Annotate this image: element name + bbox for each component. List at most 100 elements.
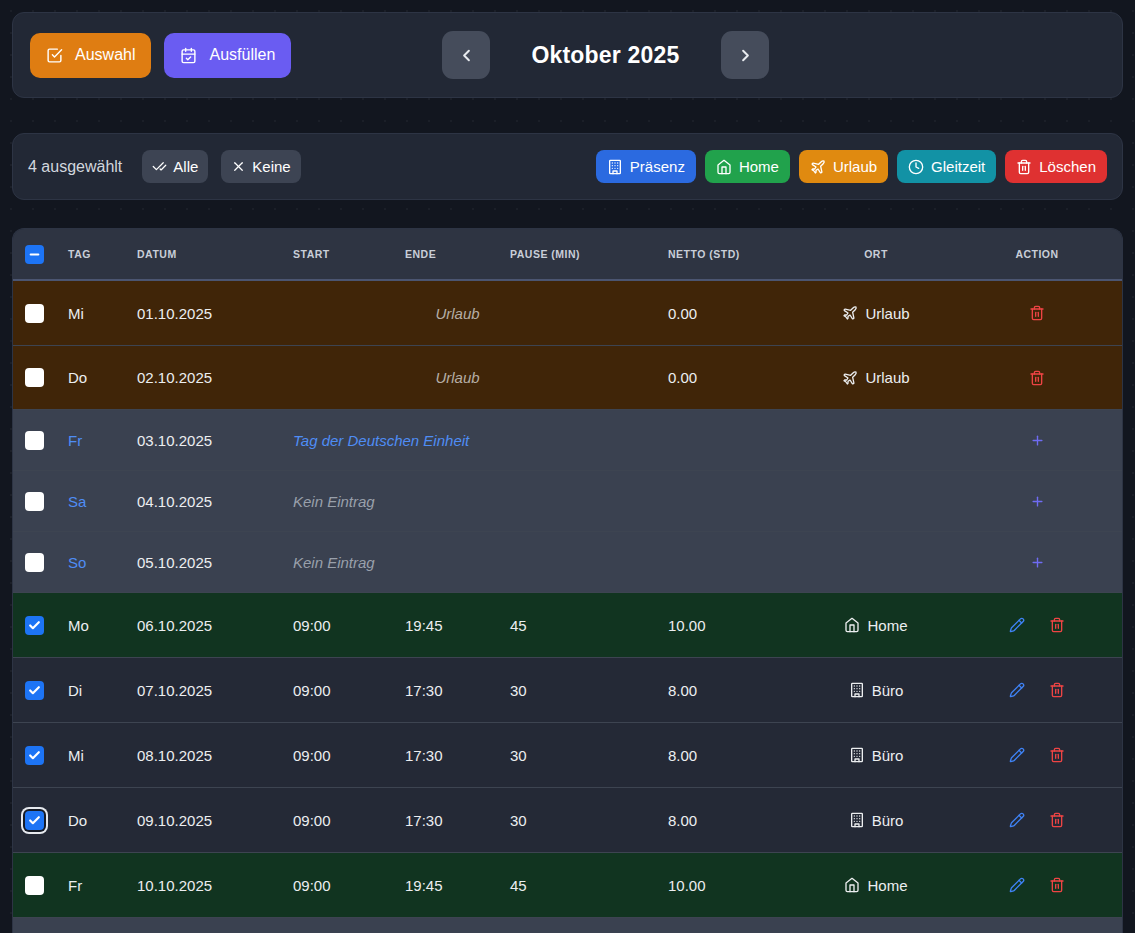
action-cell (952, 305, 1122, 321)
selected-count: 4 ausgewählt (28, 158, 122, 176)
select-all-button[interactable]: Alle (142, 150, 208, 183)
select-all-checkbox[interactable] (25, 245, 68, 264)
auswahl-button[interactable]: Auswahl (30, 33, 151, 78)
ort-label: Büro (872, 682, 904, 699)
pause-minutes: 30 (510, 747, 668, 764)
row-checkbox[interactable] (25, 616, 68, 635)
table-row: So05.10.2025Kein Eintrag (13, 531, 1122, 592)
col-header-datum: Datum (137, 248, 293, 260)
row-checkbox[interactable] (25, 304, 68, 323)
table-row: Fr03.10.2025Tag der Deutschen Einheit (13, 409, 1122, 470)
date-label: 10.10.2025 (137, 877, 293, 894)
row-checkbox[interactable] (25, 876, 68, 895)
check-icon (28, 619, 41, 632)
delete-entry-button[interactable] (1049, 877, 1065, 893)
col-header-ende: Ende (405, 248, 510, 260)
start-time: 09:00 (293, 747, 405, 764)
date-label: 06.10.2025 (137, 617, 293, 634)
plus-icon (1030, 433, 1045, 448)
delete-entry-button[interactable] (1049, 812, 1065, 828)
edit-entry-button[interactable] (1009, 617, 1025, 633)
end-time: 17:30 (405, 682, 510, 699)
select-none-label: Keine (252, 158, 290, 175)
calendar-check-icon (180, 47, 197, 64)
praesenz-bulk-button[interactable]: Präsenz (596, 150, 696, 183)
delete-entry-button[interactable] (1049, 682, 1065, 698)
plane-icon (842, 370, 858, 386)
urlaub-bulk-label: Urlaub (833, 158, 877, 175)
delete-entry-button[interactable] (1049, 747, 1065, 763)
netto-hours: 8.00 (668, 747, 800, 764)
next-month-button[interactable] (721, 31, 769, 79)
ort-cell: Urlaub (800, 369, 952, 386)
row-checkbox[interactable] (25, 431, 68, 450)
delete-entry-button[interactable] (1029, 370, 1045, 386)
col-header-netto: Netto (Std) (668, 248, 800, 260)
day-label: Di (68, 682, 137, 699)
action-cell (952, 877, 1122, 893)
trash-icon (1049, 877, 1065, 893)
delete-entry-button[interactable] (1049, 617, 1065, 633)
table-row: Mi01.10.2025Urlaub0.00Urlaub (13, 281, 1122, 345)
add-entry-button[interactable] (1030, 555, 1045, 570)
pause-minutes: 45 (510, 617, 668, 634)
end-time: 19:45 (405, 877, 510, 894)
trash-icon (1049, 617, 1065, 633)
loeschen-bulk-button[interactable]: Löschen (1005, 150, 1107, 183)
home-bulk-label: Home (739, 158, 779, 175)
netto-hours: 10.00 (668, 877, 800, 894)
selection-bar: 4 ausgewählt Alle Keine Präsenz Home Urlau… (12, 133, 1123, 200)
home-bulk-button[interactable]: Home (705, 150, 790, 183)
ort-label: Home (867, 877, 907, 894)
home-icon (716, 159, 732, 175)
trash-icon (1029, 370, 1045, 386)
gleitzeit-bulk-button[interactable]: Gleitzeit (897, 150, 996, 183)
ort-cell: Urlaub (800, 305, 952, 322)
table-row: Fr10.10.202509:0019:454510.00Home (13, 852, 1122, 917)
col-header-ort: Ort (800, 248, 952, 260)
col-header-tag: Tag (68, 248, 137, 260)
end-time: 17:30 (405, 747, 510, 764)
add-entry-button[interactable] (1030, 433, 1045, 448)
edit-entry-button[interactable] (1009, 682, 1025, 698)
minus-icon (28, 248, 41, 261)
row-checkbox[interactable] (25, 492, 68, 511)
ort-label: Büro (872, 747, 904, 764)
add-entry-button[interactable] (1030, 494, 1045, 509)
entry-note: Kein Eintrag (293, 493, 800, 510)
start-time: 09:00 (293, 877, 405, 894)
ausfuellen-label: Ausfüllen (209, 46, 275, 64)
ausfuellen-button[interactable]: Ausfüllen (164, 33, 291, 78)
urlaub-bulk-button[interactable]: Urlaub (799, 150, 888, 183)
pause-minutes: 30 (510, 682, 668, 699)
date-label: 08.10.2025 (137, 747, 293, 764)
ort-cell: Büro (800, 812, 952, 829)
row-checkbox[interactable] (25, 368, 68, 387)
prev-month-button[interactable] (442, 31, 490, 79)
day-label: So (68, 554, 137, 571)
row-checkbox[interactable] (25, 811, 68, 830)
netto-hours: 8.00 (668, 682, 800, 699)
ort-cell: Büro (800, 682, 952, 699)
entry-note: Urlaub (293, 369, 668, 386)
pencil-icon (1009, 747, 1025, 763)
plane-icon (810, 159, 826, 175)
day-label: Fr (68, 877, 137, 894)
month-title: Oktober 2025 (490, 42, 721, 69)
chevron-left-icon (457, 46, 476, 65)
trash-icon (1049, 812, 1065, 828)
edit-entry-button[interactable] (1009, 812, 1025, 828)
row-checkbox[interactable] (25, 681, 68, 700)
edit-entry-button[interactable] (1009, 747, 1025, 763)
select-none-button[interactable]: Keine (221, 150, 300, 183)
table-header: Tag Datum Start Ende Pause (Min) Netto (… (13, 229, 1122, 281)
edit-entry-button[interactable] (1009, 877, 1025, 893)
start-time: 09:00 (293, 682, 405, 699)
row-checkbox[interactable] (25, 553, 68, 572)
row-checkbox[interactable] (25, 746, 68, 765)
table-row-partial (13, 917, 1122, 933)
bulk-actions: Präsenz Home Urlaub Gleitzeit Löschen (596, 150, 1107, 183)
delete-entry-button[interactable] (1029, 305, 1045, 321)
date-label: 04.10.2025 (137, 493, 293, 510)
trash-icon (1049, 747, 1065, 763)
